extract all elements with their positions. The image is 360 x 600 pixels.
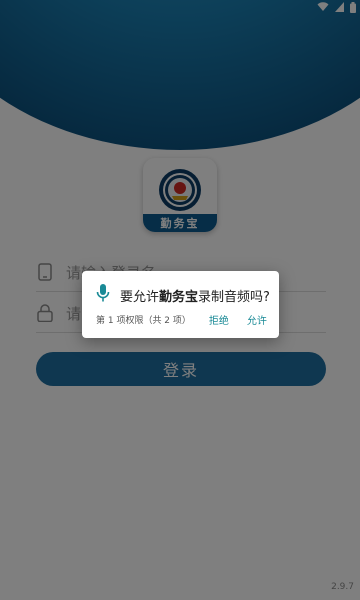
login-screen: 勤务宝 请输入登录名 请 登录 2.9.7 要允许勤务宝录制音频吗? xyxy=(0,0,360,600)
allow-button[interactable]: 允许 xyxy=(247,312,267,327)
permission-suffix: 录制音频吗? xyxy=(198,289,270,305)
permission-counter: 第 1 项权限（共 2 项） xyxy=(96,316,191,326)
microphone-icon xyxy=(96,283,110,307)
permission-actions: 第 1 项权限（共 2 项） 拒绝 允许 xyxy=(96,312,267,327)
deny-button[interactable]: 拒绝 xyxy=(209,312,229,327)
permission-message: 要允许勤务宝录制音频吗? xyxy=(120,286,270,305)
permission-prefix: 要允许 xyxy=(120,289,160,305)
permission-app-name: 勤务宝 xyxy=(159,289,199,305)
permission-message-row: 要允许勤务宝录制音频吗? xyxy=(96,283,270,307)
permission-dialog: 要允许勤务宝录制音频吗? 第 1 项权限（共 2 项） 拒绝 允许 xyxy=(82,271,279,338)
